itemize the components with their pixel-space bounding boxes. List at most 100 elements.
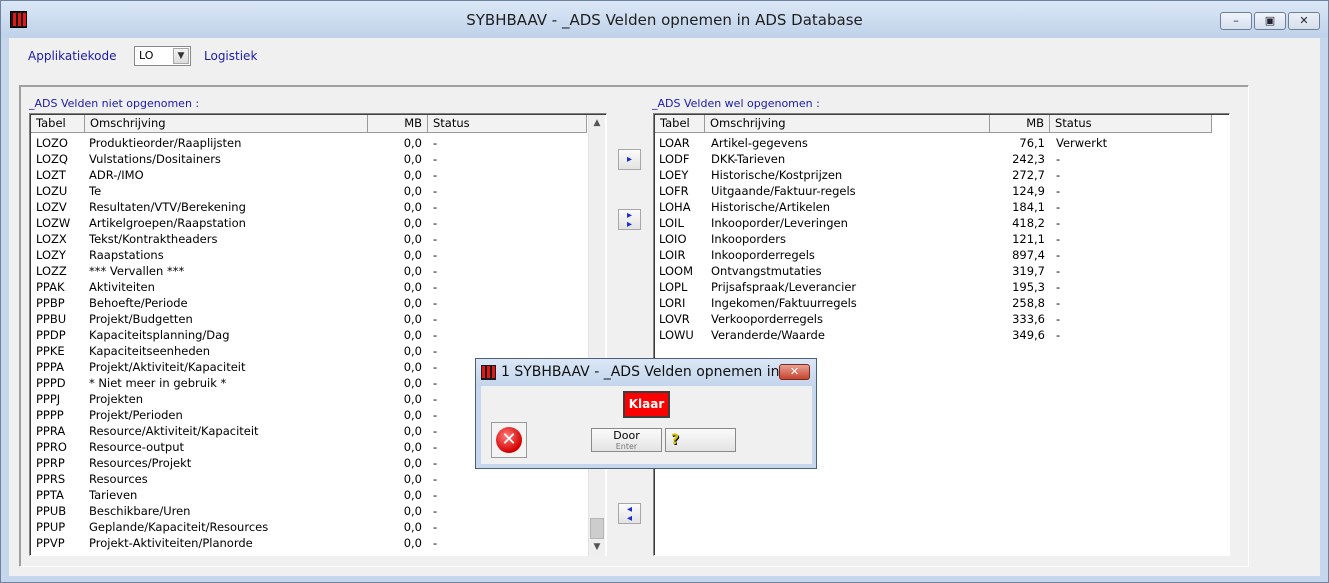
row-mb: 319,7 bbox=[1012, 264, 1045, 278]
row-omschrijving: Historische/Kostprijzen bbox=[711, 168, 843, 182]
table-row[interactable]: PPUB Beschikbare/Uren 0,0- bbox=[31, 503, 586, 519]
minimize-button[interactable]: – bbox=[1220, 12, 1252, 30]
row-omschrijving: *** Vervallen *** bbox=[89, 264, 185, 278]
table-row[interactable]: LORI Ingekomen/Faktuurregels 258,8- bbox=[655, 295, 1227, 311]
right-header-status[interactable]: Status bbox=[1050, 115, 1212, 133]
left-scrollbar[interactable]: ▲ ▼ bbox=[588, 115, 605, 556]
table-row[interactable]: PPUP Geplande/Kapaciteit/Resources 0,0- bbox=[31, 519, 586, 535]
table-row[interactable]: LOZV Resultaten/VTV/Berekening 0,0- bbox=[31, 199, 586, 215]
row-omschrijving: Resultaten/VTV/Berekening bbox=[89, 200, 246, 214]
right-header-omschrijving[interactable]: Omschrijving bbox=[705, 115, 990, 133]
row-omschrijving: Veranderde/Waarde bbox=[711, 328, 825, 342]
remove-all-button[interactable]: ◂ ◂ bbox=[618, 503, 641, 524]
row-mb: 0,0 bbox=[403, 520, 422, 534]
table-row[interactable]: LOZW Artikelgroepen/Raapstation 0,0- bbox=[31, 215, 586, 231]
table-row[interactable]: LOFR Uitgaande/Faktuur-regels 124,9- bbox=[655, 183, 1227, 199]
table-row[interactable]: LOIR Inkooporderregels 897,4- bbox=[655, 247, 1227, 263]
applikatiekode-label: Applikatiekode bbox=[28, 49, 117, 63]
table-row[interactable]: PPAK Aktiviteiten 0,0- bbox=[31, 279, 586, 295]
row-tabel: LOEY bbox=[659, 168, 689, 182]
row-status: - bbox=[1056, 328, 1061, 342]
chevron-down-icon[interactable]: ▼ bbox=[173, 48, 189, 64]
door-button-label: Door bbox=[613, 429, 640, 442]
help-button[interactable]: ? bbox=[665, 428, 736, 452]
row-omschrijving: Projekt/Aktiviteit/Kapaciteit bbox=[89, 360, 246, 374]
table-row[interactable]: LOZO Produktieorder/Raaplijsten 0,0- bbox=[31, 135, 586, 151]
left-fields-list[interactable]: Tabel Omschrijving MB Status ▲ ▼ LOZO Pro… bbox=[29, 113, 607, 556]
row-tabel: PPRA bbox=[36, 424, 66, 438]
table-row[interactable]: LOZU Te 0,0- bbox=[31, 183, 586, 199]
left-header-mb[interactable]: MB bbox=[368, 115, 428, 133]
left-header-tabel[interactable]: Tabel bbox=[31, 115, 85, 133]
row-status: - bbox=[1056, 248, 1061, 262]
row-mb: 0,0 bbox=[403, 216, 422, 230]
table-row[interactable]: LOOM Ontvangstmutaties 319,7- bbox=[655, 263, 1227, 279]
row-tabel: LODF bbox=[659, 152, 690, 166]
table-row[interactable]: LOZZ *** Vervallen *** 0,0- bbox=[31, 263, 586, 279]
table-row[interactable]: PPKE Kapaciteitseenheden 0,0- bbox=[31, 343, 586, 359]
scroll-up-icon[interactable]: ▲ bbox=[589, 115, 605, 132]
add-all-button[interactable]: ▸ ▸ bbox=[618, 209, 641, 230]
row-tabel: LOZZ bbox=[36, 264, 67, 278]
row-omschrijving: Inkooporders bbox=[711, 232, 786, 246]
applikatiekode-select[interactable]: LO ▼ bbox=[134, 46, 191, 66]
table-row[interactable]: LODF DKK-Tarieven 242,3- bbox=[655, 151, 1227, 167]
table-row[interactable]: LOEY Historische/Kostprijzen 272,7- bbox=[655, 167, 1227, 183]
table-row[interactable]: LOZQ Vulstations/Dositainers 0,0- bbox=[31, 151, 586, 167]
row-tabel: PPUP bbox=[36, 520, 66, 534]
table-row[interactable]: PPBP Behoefte/Periode 0,0- bbox=[31, 295, 586, 311]
row-tabel: LOIL bbox=[659, 216, 684, 230]
scroll-down-icon[interactable]: ▼ bbox=[589, 539, 605, 556]
row-mb: 0,0 bbox=[403, 312, 422, 326]
table-row[interactable]: LOIO Inkooporders 121,1- bbox=[655, 231, 1227, 247]
dialog-close-button[interactable]: ✕ bbox=[779, 364, 810, 380]
row-omschrijving: Resources bbox=[89, 472, 148, 486]
door-button[interactable]: Door Enter bbox=[591, 428, 662, 452]
table-row[interactable]: LOZT ADR-/IMO 0,0- bbox=[31, 167, 586, 183]
table-row[interactable]: PPBU Projekt/Budgetten 0,0- bbox=[31, 311, 586, 327]
right-header-tabel[interactable]: Tabel bbox=[655, 115, 705, 133]
row-tabel: PPRP bbox=[36, 456, 65, 470]
row-tabel: PPTA bbox=[36, 488, 64, 502]
table-row[interactable]: LOHA Historische/Artikelen 184,1- bbox=[655, 199, 1227, 215]
row-omschrijving: Resource-output bbox=[89, 440, 185, 454]
row-status: - bbox=[433, 312, 438, 326]
row-status: - bbox=[433, 504, 438, 518]
table-row[interactable]: LOWU Veranderde/Waarde 349,6- bbox=[655, 327, 1227, 343]
add-selected-button[interactable]: ▸ bbox=[618, 149, 641, 170]
table-row[interactable]: PPRS Resources 0,0- bbox=[31, 471, 586, 487]
scroll-thumb[interactable] bbox=[590, 518, 604, 539]
table-row[interactable]: PPVP Projekt-Aktiviteiten/Planorde 0,0- bbox=[31, 535, 586, 551]
row-tabel: PPAK bbox=[36, 280, 65, 294]
table-row[interactable]: LOIL Inkooporder/Leveringen 418,2- bbox=[655, 215, 1227, 231]
row-omschrijving: Vulstations/Dositainers bbox=[89, 152, 221, 166]
right-header-mb[interactable]: MB bbox=[990, 115, 1050, 133]
row-status: - bbox=[433, 136, 438, 150]
left-header-status[interactable]: Status bbox=[428, 115, 587, 133]
row-tabel: PPPP bbox=[36, 408, 64, 422]
maximize-button[interactable]: ▣ bbox=[1254, 12, 1286, 30]
row-omschrijving: Raapstations bbox=[89, 248, 164, 262]
left-header-omschrijving[interactable]: Omschrijving bbox=[85, 115, 368, 133]
content-area: Applikatiekode LO ▼ Logistiek _ADS Velde… bbox=[9, 38, 1320, 576]
row-status: - bbox=[433, 200, 438, 214]
row-omschrijving: * Niet meer in gebruik * bbox=[89, 376, 227, 390]
row-mb: 76,1 bbox=[1019, 136, 1045, 150]
table-row[interactable]: LOAR Artikel-gegevens 76,1 Verwerkt bbox=[655, 135, 1227, 151]
table-row[interactable]: PPTA Tarieven 0,0- bbox=[31, 487, 586, 503]
table-row[interactable]: LOZX Tekst/Kontraktheaders 0,0- bbox=[31, 231, 586, 247]
row-omschrijving: Ontvangstmutaties bbox=[711, 264, 822, 278]
row-status: - bbox=[433, 168, 438, 182]
close-button[interactable]: ✕ bbox=[1288, 12, 1320, 30]
row-mb: 333,6 bbox=[1012, 312, 1045, 326]
table-row[interactable]: LOPL Prijsafspraak/Leverancier 195,3- bbox=[655, 279, 1227, 295]
row-tabel: LOZY bbox=[36, 248, 66, 262]
table-row[interactable]: PPDP Kapaciteitsplanning/Dag 0,0- bbox=[31, 327, 586, 343]
row-tabel: LOZT bbox=[36, 168, 66, 182]
table-row[interactable]: LOVR Verkooporderregels 333,6- bbox=[655, 311, 1227, 327]
table-row[interactable]: LOZY Raapstations 0,0- bbox=[31, 247, 586, 263]
right-fields-list[interactable]: Tabel Omschrijving MB Status LOAR Artikel… bbox=[653, 113, 1230, 556]
row-status: - bbox=[433, 296, 438, 310]
main-window: SYBHBAAV - _ADS Velden opnemen in ADS Da… bbox=[0, 0, 1329, 583]
row-mb: 0,0 bbox=[403, 392, 422, 406]
